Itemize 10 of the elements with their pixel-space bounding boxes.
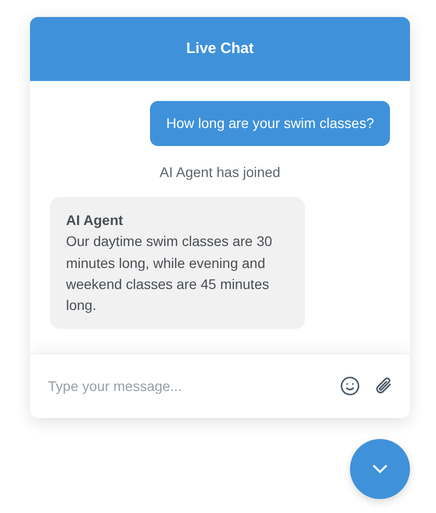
chevron-down-icon	[372, 464, 388, 474]
chat-title: Live Chat	[186, 38, 254, 59]
minimize-button[interactable]	[350, 439, 410, 499]
message-input[interactable]: Type your message...	[46, 374, 326, 398]
sender-name: AI Agent	[66, 211, 124, 230]
emoji-icon[interactable]	[340, 376, 360, 396]
paperclip-icon[interactable]	[374, 376, 394, 396]
user-message: How long are your swim classes?	[150, 101, 390, 146]
system-notice: AI Agent has joined	[160, 163, 280, 182]
message-text: Our daytime swim classes are 30 minutes long, while evening and weekend classes are 45 minutes long.	[66, 233, 272, 314]
